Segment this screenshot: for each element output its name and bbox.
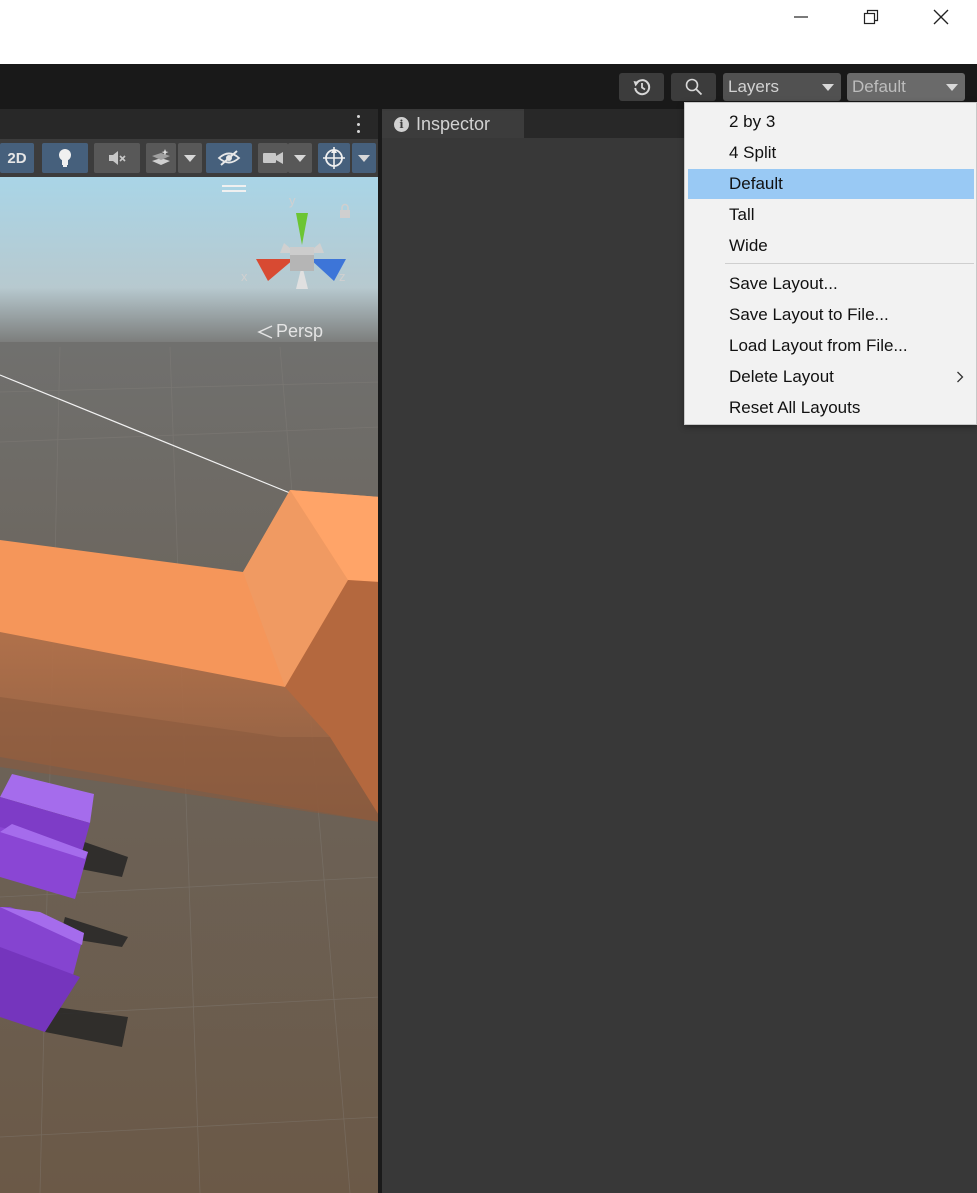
menu-item-label: Delete Layout <box>729 367 834 386</box>
menu-item-2-by-3[interactable]: 2 by 3 <box>688 107 974 137</box>
info-icon: i <box>394 117 409 132</box>
hidden-eye-icon <box>217 150 241 166</box>
view-options-handle[interactable] <box>222 183 246 193</box>
menu-item-4-split[interactable]: 4 Split <box>688 138 974 168</box>
restore-icon <box>863 9 879 25</box>
projection-label: Persp <box>276 321 324 341</box>
layers-dropdown-label: Layers <box>728 77 780 96</box>
effects-toggle-button[interactable] <box>146 143 176 173</box>
menu-item-label: Reset All Layouts <box>729 398 861 417</box>
menu-item-save-layout-to-file[interactable]: Save Layout to File... <box>688 300 974 330</box>
projection-toggle[interactable]: Persp <box>257 321 323 342</box>
close-window-button[interactable] <box>906 0 976 34</box>
menu-item-label: 2 by 3 <box>729 112 776 131</box>
layers-dropdown[interactable]: Layers <box>723 73 841 101</box>
effects-dropdown-button[interactable] <box>178 143 202 173</box>
scene-tab-bar <box>0 109 380 139</box>
gizmo-z-label: z <box>339 269 346 284</box>
menu-item-label: Tall <box>729 205 755 224</box>
menu-item-wide[interactable]: Wide <box>688 231 974 261</box>
layout-dropdown[interactable]: Default <box>847 73 965 101</box>
menu-item-label: 4 Split <box>729 143 777 162</box>
perspective-icon <box>257 324 273 339</box>
audio-toggle-button[interactable] <box>94 143 140 173</box>
minimize-icon <box>794 16 808 18</box>
scene-toolbar: 2D <box>0 139 380 177</box>
menu-item-default[interactable]: Default <box>688 169 974 199</box>
chevron-down-icon <box>946 84 958 91</box>
menu-item-label: Save Layout... <box>729 274 838 293</box>
menu-item-label: Wide <box>729 236 768 255</box>
effects-icon <box>152 149 170 165</box>
close-icon <box>933 9 949 25</box>
tab-inspector[interactable]: i Inspector <box>382 109 524 138</box>
undo-history-button[interactable] <box>619 73 664 101</box>
inspector-tab-label: Inspector <box>416 114 491 134</box>
menu-item-reset-all-layouts[interactable]: Reset All Layouts <box>688 393 974 423</box>
search-button[interactable] <box>671 73 716 101</box>
orientation-gizmo-icon[interactable] <box>250 207 350 297</box>
toggle-2d-label: 2D <box>7 149 27 167</box>
menu-item-load-layout-from-file[interactable]: Load Layout from File... <box>688 331 974 361</box>
search-icon <box>685 78 702 96</box>
gizmo-icon <box>323 147 345 169</box>
minimize-button[interactable] <box>766 0 836 34</box>
layout-dropdown-label: Default <box>852 77 906 96</box>
menu-item-delete-layout[interactable]: Delete Layout <box>688 362 974 392</box>
menu-separator <box>725 263 974 264</box>
menu-item-label: Save Layout to File... <box>729 305 889 324</box>
camera-settings-button[interactable] <box>258 143 288 173</box>
camera-icon <box>263 152 283 164</box>
scene-viewport[interactable]: y x z Persp <box>0 177 380 1193</box>
toggle-2d-button[interactable]: 2D <box>0 143 34 173</box>
camera-dropdown-button[interactable] <box>288 143 312 173</box>
gizmo-x-label: x <box>241 269 248 284</box>
restore-button[interactable] <box>836 0 906 34</box>
gizmos-toggle-button[interactable] <box>318 143 350 173</box>
history-icon <box>633 79 650 96</box>
gizmos-dropdown-button[interactable] <box>352 143 376 173</box>
window-title-bar <box>0 0 977 64</box>
menu-item-label: Load Layout from File... <box>729 336 908 355</box>
lightbulb-icon <box>59 149 71 167</box>
audio-mute-icon <box>109 151 126 165</box>
chevron-down-icon <box>822 84 834 91</box>
menu-item-save-layout[interactable]: Save Layout... <box>688 269 974 299</box>
chevron-right-icon <box>957 371 964 383</box>
layout-menu: 2 by 3 4 Split Default Tall Wide Save La… <box>684 102 977 425</box>
gizmo-y-label: y <box>289 193 296 208</box>
menu-item-label: Default <box>729 174 783 193</box>
more-options-icon[interactable] <box>355 115 361 133</box>
menu-item-tall[interactable]: Tall <box>688 200 974 230</box>
lighting-toggle-button[interactable] <box>42 143 88 173</box>
visibility-toggle-button[interactable] <box>206 143 252 173</box>
